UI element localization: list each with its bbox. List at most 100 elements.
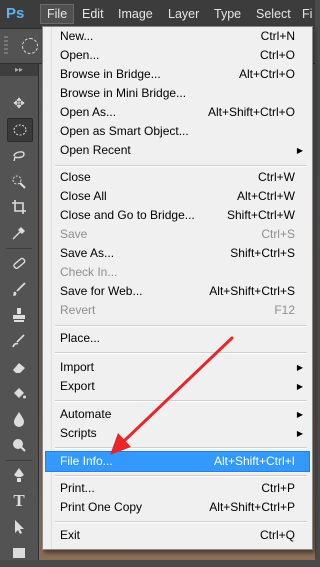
pen-tool-icon[interactable] bbox=[7, 464, 31, 486]
menu-item-label: Browse in Bridge... bbox=[60, 67, 161, 81]
menu-item-save: Save Ctrl+S bbox=[46, 225, 309, 244]
menu-file[interactable]: File bbox=[40, 4, 75, 24]
menu-item-open-as[interactable]: Open As... Alt+Shift+Ctrl+O bbox=[46, 103, 309, 122]
menu-item-label: Exit bbox=[60, 528, 81, 542]
menu-item-new[interactable]: New... Ctrl+N bbox=[46, 27, 309, 46]
menu-item-close-and-go-to-bridge[interactable]: Close and Go to Bridge... Shift+Ctrl+W bbox=[46, 206, 309, 225]
menu-type[interactable]: Type bbox=[208, 5, 247, 23]
menu-item-shortcut: Shift+Ctrl+W bbox=[226, 208, 295, 222]
menu-edit[interactable]: Edit bbox=[76, 5, 110, 23]
rectangle-tool-icon[interactable] bbox=[7, 542, 31, 564]
menu-item-label: New... bbox=[60, 29, 94, 43]
menu-item-save-as[interactable]: Save As... Shift+Ctrl+S bbox=[46, 244, 309, 263]
menu-item-label: Place... bbox=[60, 331, 101, 345]
menu-item-print[interactable]: Print... Ctrl+P bbox=[46, 479, 309, 498]
menu-item-revert: Revert F12 bbox=[46, 301, 309, 320]
menu-item-close-all[interactable]: Close All Alt+Ctrl+W bbox=[46, 187, 309, 206]
menu-item-import[interactable]: Import ▶ bbox=[46, 358, 309, 377]
menu-separator bbox=[55, 400, 307, 402]
elliptical-marquee-option-icon[interactable] bbox=[22, 38, 38, 54]
menu-item-automate[interactable]: Automate ▶ bbox=[46, 405, 309, 424]
menu-item-open-recent[interactable]: Open Recent ▶ bbox=[46, 141, 309, 160]
menu-item-close[interactable]: Close Ctrl+W bbox=[46, 168, 309, 187]
menu-item-print-one-copy[interactable]: Print One Copy Alt+Shift+Ctrl+P bbox=[46, 498, 309, 517]
menu-image[interactable]: Image bbox=[112, 5, 159, 23]
menu-item-open-as-smart-object[interactable]: Open as Smart Object... bbox=[46, 122, 309, 141]
menu-item-file-info[interactable]: File Info... Alt+Shift+Ctrl+I bbox=[45, 451, 310, 472]
submenu-arrow-icon: ▶ bbox=[296, 363, 303, 372]
crop-tool-icon[interactable] bbox=[7, 196, 31, 218]
menu-separator bbox=[55, 352, 307, 354]
menu-item-shortcut: Ctrl+S bbox=[261, 227, 295, 241]
menu-item-shortcut: Alt+Shift+Ctrl+O bbox=[207, 105, 295, 119]
menu-item-shortcut: Alt+Shift+Ctrl+P bbox=[209, 500, 295, 514]
brush-tool-icon[interactable] bbox=[7, 278, 31, 300]
menu-item-shortcut: Alt+Shift+Ctrl+S bbox=[209, 284, 295, 298]
submenu-arrow-icon: ▶ bbox=[296, 410, 303, 419]
tools-panel-collapse-icon[interactable]: ▸▸ bbox=[0, 64, 38, 76]
menu-item-shortcut: Ctrl+W bbox=[258, 170, 295, 184]
menu-item-label: File Info... bbox=[60, 454, 113, 468]
lasso-tool-icon[interactable] bbox=[7, 144, 31, 166]
dodge-tool-icon[interactable] bbox=[7, 434, 31, 456]
menu-separator bbox=[55, 475, 307, 477]
menu-item-export[interactable]: Export ▶ bbox=[46, 377, 309, 396]
menu-item-shortcut: Alt+Ctrl+W bbox=[236, 189, 295, 203]
elliptical-marquee-tool-icon[interactable] bbox=[7, 118, 33, 142]
menu-item-open[interactable]: Open... Ctrl+O bbox=[46, 46, 309, 65]
move-tool-icon[interactable]: ✥ bbox=[7, 92, 31, 114]
options-grip[interactable] bbox=[4, 36, 8, 56]
eraser-tool-icon[interactable] bbox=[7, 356, 31, 378]
menu-separator bbox=[55, 325, 307, 327]
menu-select[interactable]: Select bbox=[250, 5, 297, 23]
menu-item-check-in: Check In... bbox=[46, 263, 309, 282]
menu-item-label: Close All bbox=[60, 189, 107, 203]
menu-item-label: Open As... bbox=[60, 105, 117, 119]
menu-item-place[interactable]: Place... bbox=[46, 329, 309, 348]
menu-item-shortcut: Ctrl+O bbox=[259, 48, 295, 62]
menu-item-label: Print... bbox=[60, 481, 95, 495]
menu-item-browse-in-mini-bridge[interactable]: Browse in Mini Bridge... bbox=[46, 84, 309, 103]
menu-bar: Ps File Edit Image Layer Type Select Fi bbox=[0, 0, 315, 29]
tools-panel: ▸▸ ✥ T bbox=[0, 64, 39, 560]
path-selection-tool-icon[interactable] bbox=[7, 516, 31, 538]
menu-item-label: Revert bbox=[60, 303, 96, 317]
clone-stamp-tool-icon[interactable] bbox=[7, 304, 31, 326]
blur-tool-icon[interactable] bbox=[7, 408, 31, 430]
menu-item-exit[interactable]: Exit Ctrl+Q bbox=[46, 526, 309, 545]
submenu-arrow-icon: ▶ bbox=[296, 146, 303, 155]
menu-item-label: Print One Copy bbox=[60, 500, 143, 514]
healing-brush-tool-icon[interactable] bbox=[7, 252, 31, 274]
menu-item-label: Open Recent bbox=[60, 143, 131, 157]
menu-item-shortcut: F12 bbox=[274, 303, 295, 317]
menu-item-label: Save bbox=[60, 227, 88, 241]
menu-item-label: Scripts bbox=[60, 426, 97, 440]
menu-item-shortcut: Ctrl+N bbox=[260, 29, 295, 43]
menu-layer[interactable]: Layer bbox=[162, 5, 205, 23]
eyedropper-tool-icon[interactable] bbox=[7, 222, 31, 244]
menu-item-label: Automate bbox=[60, 407, 112, 421]
menu-item-browse-in-bridge[interactable]: Browse in Bridge... Alt+Ctrl+O bbox=[46, 65, 309, 84]
history-brush-tool-icon[interactable] bbox=[7, 330, 31, 352]
menu-item-label: Open as Smart Object... bbox=[60, 124, 189, 138]
toolbar-divider bbox=[6, 248, 32, 249]
file-menu-dropdown: New... Ctrl+N Open... Ctrl+O Browse in B… bbox=[42, 26, 313, 550]
menu-separator bbox=[55, 165, 307, 167]
type-tool-icon[interactable]: T bbox=[7, 490, 31, 512]
menu-item-label: Save for Web... bbox=[60, 284, 143, 298]
photoshop-logo: Ps bbox=[6, 5, 25, 22]
menu-item-shortcut: Alt+Ctrl+O bbox=[238, 67, 295, 81]
menu-item-shortcut: Shift+Ctrl+S bbox=[230, 246, 295, 260]
menu-item-shortcut: Ctrl+P bbox=[261, 481, 295, 495]
paint-bucket-tool-icon[interactable] bbox=[7, 382, 31, 404]
menu-item-label: Close and Go to Bridge... bbox=[60, 208, 195, 222]
menu-separator bbox=[55, 521, 307, 523]
menu-item-save-for-web[interactable]: Save for Web... Alt+Shift+Ctrl+S bbox=[46, 282, 309, 301]
menu-filter[interactable]: Fi bbox=[296, 5, 318, 23]
submenu-arrow-icon: ▶ bbox=[296, 382, 303, 391]
menu-item-label: Close bbox=[60, 170, 91, 184]
menu-item-scripts[interactable]: Scripts ▶ bbox=[46, 424, 309, 443]
menu-item-label: Open... bbox=[60, 48, 100, 62]
quick-selection-tool-icon[interactable] bbox=[7, 170, 31, 192]
menu-item-label: Browse in Mini Bridge... bbox=[60, 86, 187, 100]
